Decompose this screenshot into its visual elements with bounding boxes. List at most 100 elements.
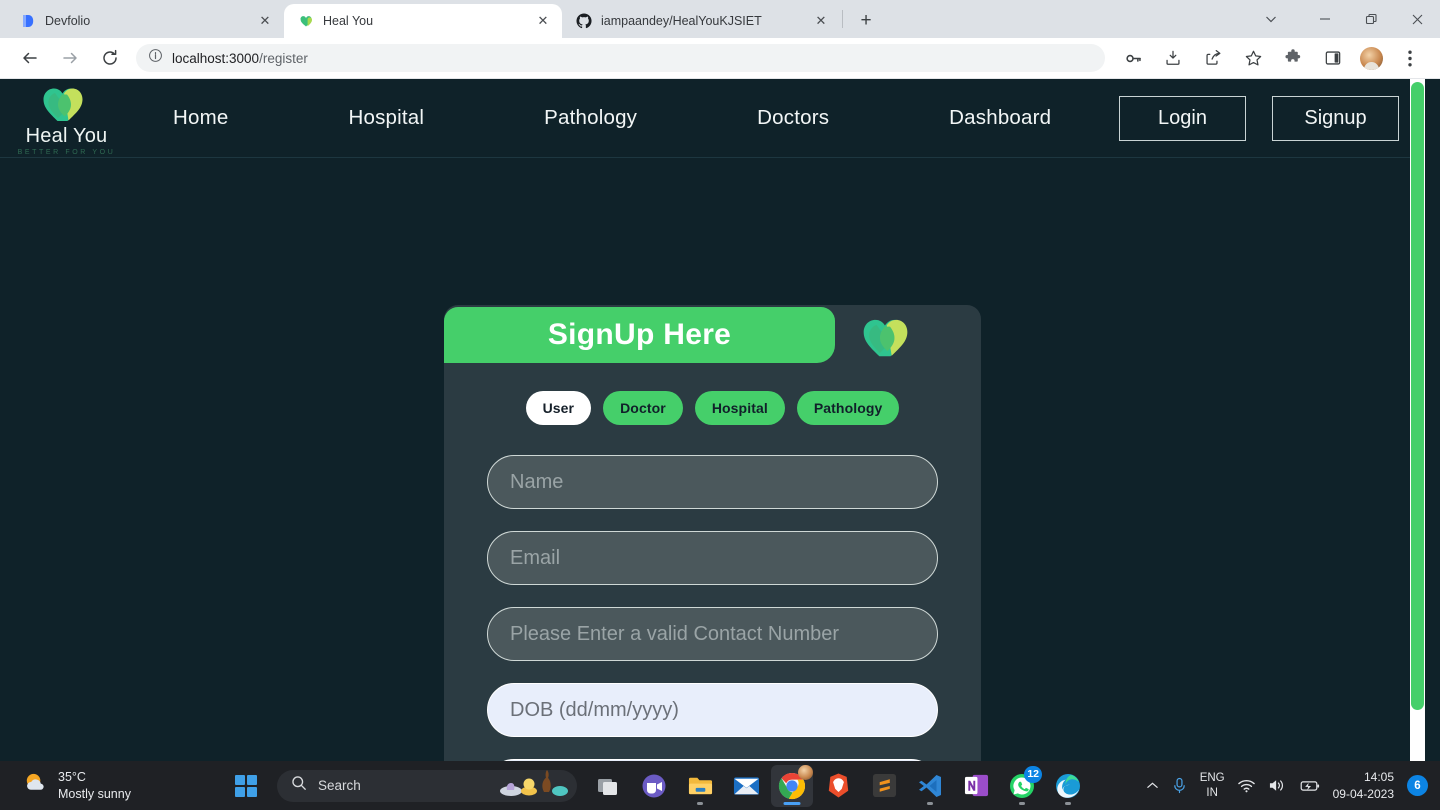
- extensions-puzzle-icon[interactable]: [1278, 43, 1308, 73]
- site-navbar: Heal You BETTER FOR YOU Home Hospital Pa…: [0, 79, 1425, 158]
- dob-field[interactable]: DOB (dd/mm/yyyy): [487, 683, 938, 737]
- info-circle-icon[interactable]: [148, 48, 163, 68]
- email-field[interactable]: Email: [487, 531, 938, 585]
- tab-title: Heal You: [323, 14, 374, 28]
- nav-link-hospital[interactable]: Hospital: [338, 100, 434, 136]
- role-tab-pathology[interactable]: Pathology: [796, 391, 900, 425]
- nav-link-home[interactable]: Home: [163, 100, 238, 136]
- browser-tab-github[interactable]: iampaandey/HealYouKJSIET ✕: [562, 4, 840, 38]
- taskbar-app-brave[interactable]: [817, 765, 859, 807]
- taskbar-center: Search 12: [227, 764, 1089, 807]
- taskbar-app-whatsapp[interactable]: 12: [1001, 765, 1043, 807]
- address-bar[interactable]: localhost:3000/register: [136, 44, 1105, 72]
- active-indicator: [783, 801, 801, 805]
- notification-center-badge[interactable]: 6: [1407, 775, 1428, 796]
- minimize-button[interactable]: [1302, 0, 1348, 38]
- weather-condition: Mostly sunny: [58, 786, 131, 801]
- taskbar-app-file-explorer[interactable]: [679, 765, 721, 807]
- taskbar-app-vs-code[interactable]: [909, 765, 951, 807]
- scrollbar-thumb[interactable]: [1411, 82, 1424, 710]
- signup-banner: SignUp Here: [444, 306, 835, 363]
- taskbar-app-onenote[interactable]: [955, 765, 997, 807]
- chevron-up-icon[interactable]: [1146, 779, 1159, 792]
- close-icon[interactable]: ✕: [534, 12, 552, 30]
- weather-widget[interactable]: 35°C Mostly sunny: [22, 769, 227, 803]
- login-button[interactable]: Login: [1119, 95, 1246, 141]
- nav-link-dashboard[interactable]: Dashboard: [939, 100, 1061, 136]
- language-indicator[interactable]: ENG IN: [1200, 771, 1225, 800]
- profile-avatar: [798, 764, 813, 780]
- role-tab-doctor[interactable]: Doctor: [603, 391, 683, 425]
- nav-actions: Login Signup: [1119, 95, 1425, 141]
- browser-toolbar: localhost:3000/register: [0, 38, 1440, 79]
- page-scrollbar[interactable]: [1410, 79, 1425, 761]
- tab-strip: Devfolio ✕ Heal You ✕ iampaandey/HealYou…: [0, 0, 1440, 38]
- heart-logo-icon: [42, 81, 92, 128]
- site-brand[interactable]: Heal You BETTER FOR YOU: [14, 81, 119, 156]
- window-controls: [1302, 0, 1440, 38]
- role-tab-user[interactable]: User: [525, 391, 592, 425]
- tab-title: Devfolio: [45, 14, 91, 28]
- start-icon[interactable]: [227, 767, 265, 805]
- search-icon: [291, 775, 307, 796]
- running-indicator: [697, 801, 703, 805]
- wifi-icon[interactable]: [1237, 779, 1255, 793]
- close-icon[interactable]: ✕: [256, 12, 274, 30]
- new-tab-button[interactable]: +: [851, 6, 881, 36]
- heal-you-icon: [298, 13, 314, 29]
- forward-icon[interactable]: [55, 43, 85, 73]
- download-icon[interactable]: [1158, 43, 1188, 73]
- back-icon[interactable]: [15, 43, 45, 73]
- role-tabs: User Doctor Hospital Pathology: [444, 391, 981, 425]
- running-indicator: [927, 801, 933, 805]
- language-bottom: IN: [1206, 786, 1218, 799]
- speaker-icon[interactable]: [1268, 778, 1285, 793]
- sun-cloud-icon: [22, 770, 49, 802]
- more-menu-icon[interactable]: [1395, 43, 1425, 73]
- role-tab-hospital[interactable]: Hospital: [694, 391, 785, 425]
- email-placeholder: Email: [510, 546, 561, 569]
- weather-temperature: 35°C: [58, 769, 86, 784]
- browser-tab-devfolio[interactable]: Devfolio ✕: [6, 4, 284, 38]
- browser-tab-heal-you[interactable]: Heal You ✕: [284, 4, 562, 38]
- browser-window: Devfolio ✕ Heal You ✕ iampaandey/HealYou…: [0, 0, 1440, 810]
- search-placeholder: Search: [318, 778, 361, 793]
- taskbar-app-sublime-text[interactable]: [863, 765, 905, 807]
- signup-card: SignUp Here User Doctor Hospital Patholo…: [444, 305, 981, 761]
- page-content: SignUp Here User Doctor Hospital Patholo…: [0, 158, 1425, 761]
- name-field[interactable]: Name: [487, 455, 938, 509]
- signup-form: Name Email Please Enter a valid Contact …: [444, 455, 981, 761]
- nav-link-pathology[interactable]: Pathology: [534, 100, 647, 136]
- taskbar-app-task-view[interactable]: [587, 765, 629, 807]
- close-window-button[interactable]: [1394, 0, 1440, 38]
- taskbar-app-edge[interactable]: [1047, 765, 1089, 807]
- url-host: localhost:3000: [172, 50, 260, 66]
- system-tray: ENG IN 14:05 09-04-2023 6: [1146, 769, 1440, 801]
- side-panel-icon[interactable]: [1318, 43, 1348, 73]
- taskbar-app-mail[interactable]: [725, 765, 767, 807]
- tab-search-icon[interactable]: [1254, 0, 1288, 38]
- battery-charging-icon[interactable]: [1298, 779, 1320, 793]
- contact-placeholder: Please Enter a valid Contact Number: [510, 622, 840, 645]
- close-icon[interactable]: ✕: [812, 12, 830, 30]
- page-title: SignUp Here: [547, 317, 732, 351]
- share-icon[interactable]: [1198, 43, 1228, 73]
- microphone-icon[interactable]: [1172, 777, 1187, 794]
- password-key-icon[interactable]: [1118, 43, 1148, 73]
- bookmark-star-icon[interactable]: [1238, 43, 1268, 73]
- clock[interactable]: 14:05 09-04-2023: [1333, 769, 1394, 801]
- profile-avatar[interactable]: [1360, 46, 1383, 70]
- devfolio-icon: [20, 13, 36, 29]
- signup-button[interactable]: Signup: [1272, 95, 1399, 141]
- maximize-restore-button[interactable]: [1348, 0, 1394, 38]
- contact-number-field[interactable]: Please Enter a valid Contact Number: [487, 607, 938, 661]
- taskbar-app-chrome[interactable]: [771, 764, 813, 807]
- dob-placeholder: DOB (dd/mm/yyyy): [510, 698, 679, 721]
- nav-link-doctors[interactable]: Doctors: [747, 100, 839, 136]
- notification-badge: 12: [1024, 765, 1042, 783]
- weather-text: 35°C Mostly sunny: [58, 769, 131, 803]
- nav-links: Home Hospital Pathology Doctors Dashboar…: [163, 100, 1061, 136]
- reload-icon[interactable]: [95, 43, 125, 73]
- taskbar-app-teams[interactable]: [633, 765, 675, 807]
- search-input[interactable]: Search: [277, 769, 577, 802]
